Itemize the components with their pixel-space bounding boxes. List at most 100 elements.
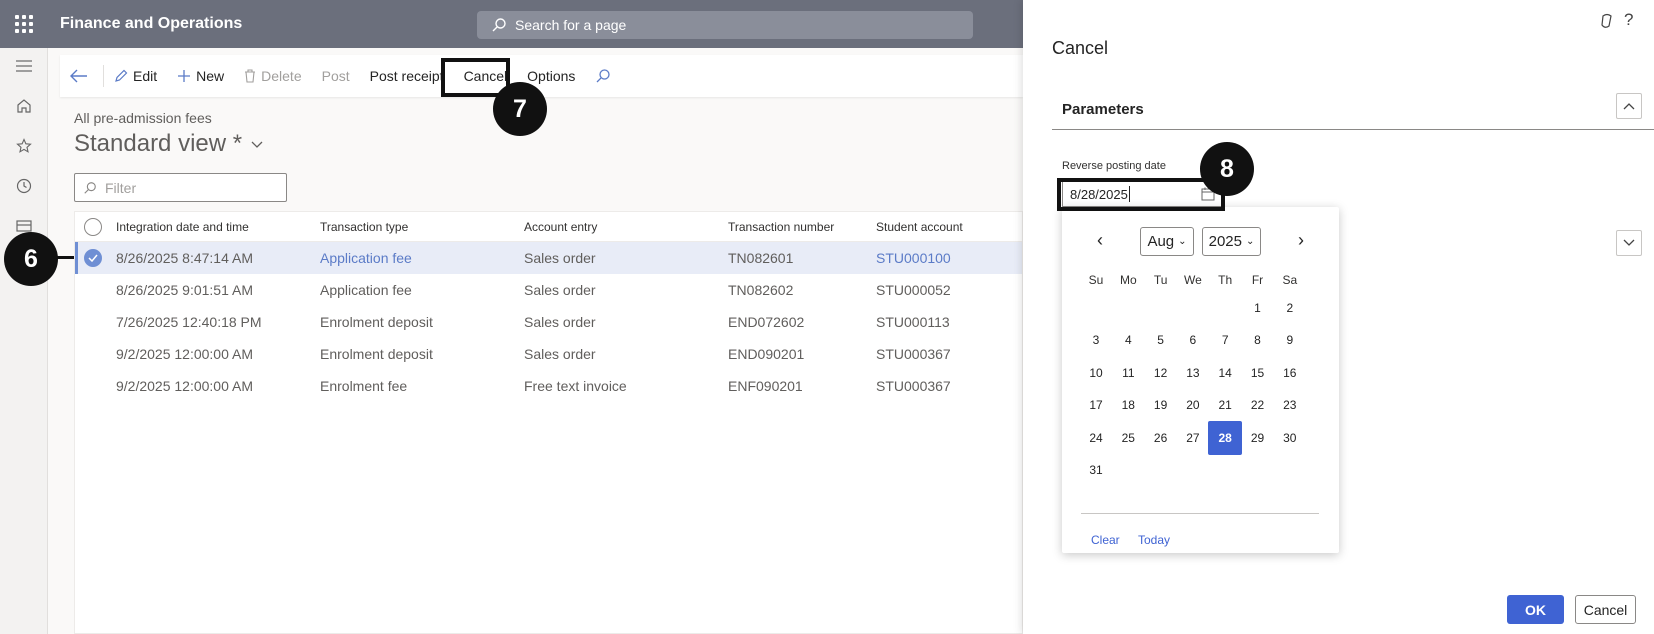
edit-button[interactable]: Edit [104,55,167,97]
action-search-button[interactable] [585,55,626,97]
action-pane: Edit New Delete Post Post receipt Cancel… [60,55,1023,97]
column-header[interactable]: Transaction number [728,212,834,241]
calendar-day[interactable]: 22 [1241,388,1275,422]
delete-button[interactable]: Delete [234,55,311,97]
calendar-day[interactable]: 26 [1144,421,1178,455]
pencil-icon [115,69,128,82]
calendar-day[interactable]: 10 [1079,356,1113,390]
calendar-day[interactable]: 15 [1241,356,1275,390]
cell-type: Enrolment deposit [320,314,433,330]
filter-input[interactable]: Filter [74,173,287,202]
post-label: Post [321,68,350,84]
calendar-day[interactable]: 23 [1273,388,1307,422]
calendar-day[interactable]: 21 [1208,388,1242,422]
cell-entry: Sales order [524,250,596,266]
search-icon [596,69,611,83]
cell-number: END072602 [728,314,805,330]
calendar-day[interactable]: 24 [1079,421,1113,455]
year-select[interactable]: 2025 ⌄ [1202,227,1261,256]
table-row[interactable]: 8/26/2025 8:47:14 AM Application fee Sales… [75,242,1022,274]
search-icon [492,18,506,32]
previous-month-button[interactable]: ‹ [1087,227,1113,253]
cell-date: 8/26/2025 8:47:14 AM [116,250,253,266]
step-callout: 7 [493,82,547,136]
column-header[interactable]: Integration date and time [116,212,249,241]
column-header[interactable]: Transaction type [320,212,408,241]
post-receipt-button[interactable]: Post receipt [360,55,454,97]
calendar-day[interactable]: 16 [1273,356,1307,390]
calendar-day[interactable]: 1 [1241,291,1275,325]
new-button[interactable]: New [167,55,234,97]
column-header[interactable]: Student account [876,212,963,241]
calendar-day[interactable]: 17 [1079,388,1113,422]
breadcrumb: All pre-admission fees [74,110,212,126]
edit-label: Edit [133,68,158,84]
collapse-section-button[interactable] [1616,93,1642,119]
cell-account: STU000367 [876,346,951,362]
home-icon[interactable] [14,96,34,116]
view-selector[interactable]: Standard view * [74,130,264,158]
calendar-day[interactable]: 19 [1144,388,1178,422]
cancel-button[interactable]: Cancel [1575,595,1636,624]
chevron-down-icon: ⌄ [1178,236,1187,247]
table-row[interactable]: 9/2/2025 12:00:00 AM Enrolment fee Free te… [75,370,1022,402]
selected-day[interactable]: 28 [1208,420,1243,455]
ok-button[interactable]: OK [1507,595,1564,624]
table-row[interactable]: 8/26/2025 9:01:51 AM Application fee Sales… [75,274,1022,306]
chevron-down-icon: ⌄ [1245,236,1255,247]
calendar-day[interactable]: 29 [1241,421,1275,455]
today-link[interactable]: Today [1138,533,1170,547]
cell-number: END090201 [728,346,805,362]
app-launcher-button[interactable] [0,0,48,48]
calendar-day[interactable]: 20 [1176,388,1210,422]
cell-date: 9/2/2025 12:00:00 AM [116,346,253,362]
help-icon[interactable]: ? [1624,10,1633,30]
table-row[interactable]: 9/2/2025 12:00:00 AM Enrolment deposit Sal… [75,338,1022,370]
calendar-day[interactable]: 7 [1208,323,1242,357]
cell-type: Enrolment deposit [320,346,433,362]
parameters-section-header[interactable]: Parameters [1052,93,1654,130]
calendar-day[interactable]: 5 [1144,323,1178,357]
calendar-day[interactable]: 9 [1273,323,1307,357]
month-select[interactable]: Aug ⌄ [1140,227,1194,256]
expand-section-button[interactable] [1616,230,1642,256]
cell-number: TN082602 [728,282,794,298]
calendar-day[interactable]: 18 [1111,388,1145,422]
cell-account[interactable]: STU000100 [876,242,951,274]
calendar-day[interactable]: 14 [1208,356,1242,390]
plus-icon [178,70,191,82]
options-label: Options [527,68,576,84]
app-title: Finance and Operations [60,15,243,32]
row-checkbox[interactable] [84,242,102,274]
back-button[interactable] [60,55,103,97]
calendar-day[interactable]: 30 [1273,421,1307,455]
star-icon[interactable] [14,136,34,156]
column-header[interactable]: Account entry [524,212,597,241]
next-month-button[interactable]: › [1288,227,1314,253]
copilot-icon[interactable] [1597,11,1617,31]
calendar-day[interactable]: 3 [1079,323,1113,357]
clear-date-link[interactable]: Clear [1091,533,1120,547]
calendar-day[interactable]: 25 [1111,421,1145,455]
calendar-day[interactable]: 11 [1111,356,1145,390]
chevron-up-icon [1623,103,1635,110]
select-all-checkbox[interactable] [84,212,102,241]
calendar-day[interactable]: 12 [1144,356,1178,390]
hamburger-icon[interactable] [14,56,34,76]
cell-entry: Free text invoice [524,378,627,394]
calendar-day[interactable]: 4 [1111,323,1145,357]
clock-icon[interactable] [14,176,34,196]
page-search-input[interactable]: Search for a page [477,11,973,39]
cell-type[interactable]: Application fee [320,242,412,274]
calendar-day[interactable]: 2 [1273,291,1307,325]
table-row[interactable]: 7/26/2025 12:40:18 PM Enrolment deposit Sa… [75,306,1022,338]
calendar-day[interactable]: 8 [1241,323,1275,357]
calendar-day[interactable]: 31 [1079,453,1113,487]
calendar-day[interactable]: 13 [1176,356,1210,390]
cell-account: STU000113 [876,314,950,330]
post-button[interactable]: Post [312,55,360,97]
calendar-day[interactable]: 27 [1176,421,1210,455]
post-receipt-label: Post receipt [369,68,444,84]
new-label: New [196,68,225,84]
calendar-day[interactable]: 6 [1176,323,1210,357]
